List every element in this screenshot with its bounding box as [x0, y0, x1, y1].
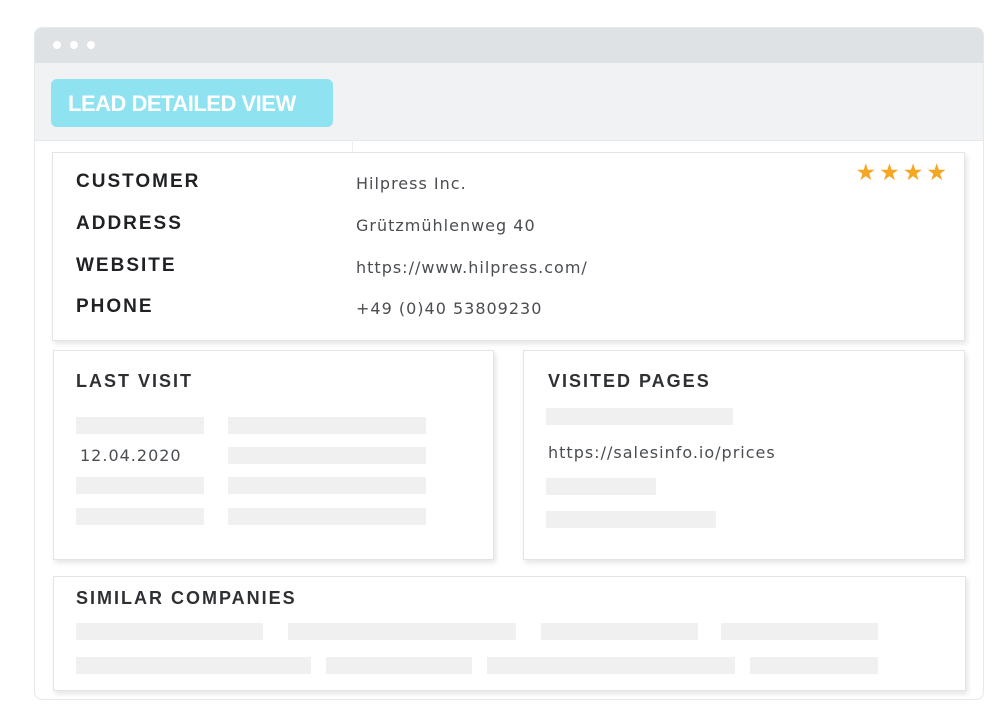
placeholder-bar [76, 417, 204, 434]
placeholder-bar [487, 657, 735, 674]
placeholder-bar [76, 657, 311, 674]
last-visit-title: LAST VISIT [76, 371, 194, 391]
website-value[interactable]: https://www.hilpress.com/ [356, 258, 588, 277]
address-label: ADDRESS [76, 213, 183, 234]
last-visit-date: 12.04.2020 [80, 446, 182, 465]
toolbar: LEAD DETAILED VIEW [35, 63, 983, 141]
visited-pages-card: VISITED PAGES https://salesinfo.io/price… [523, 350, 965, 560]
window-dot-icon [53, 41, 61, 49]
placeholder-bar [546, 511, 716, 528]
phone-label: PHONE [76, 296, 154, 317]
placeholder-bar [721, 623, 878, 640]
placeholder-bar [750, 657, 878, 674]
placeholder-bar [76, 508, 204, 525]
placeholder-bar [76, 623, 263, 640]
placeholder-bar [228, 447, 426, 464]
website-label: WEBSITE [76, 255, 177, 276]
similar-companies-title: SIMILAR COMPANIES [76, 588, 297, 608]
placeholder-bar [546, 408, 733, 425]
address-value: Grützmühlenweg 40 [356, 216, 536, 235]
placeholder-bar [546, 478, 656, 495]
placeholder-bar [541, 623, 698, 640]
visited-page-url[interactable]: https://salesinfo.io/prices [548, 443, 776, 462]
customer-value: Hilpress Inc. [356, 174, 467, 193]
lead-detailed-view-button[interactable]: LEAD DETAILED VIEW [51, 79, 333, 127]
divider [352, 140, 353, 152]
similar-companies-card: SIMILAR COMPANIES [53, 576, 966, 691]
window-titlebar [35, 28, 983, 63]
customer-label: CUSTOMER [76, 171, 201, 192]
placeholder-bar [76, 477, 204, 494]
visited-pages-title: VISITED PAGES [548, 371, 711, 391]
placeholder-bar [228, 477, 426, 494]
placeholder-bar [326, 657, 472, 674]
placeholder-bar [288, 623, 516, 640]
window-dot-icon [70, 41, 78, 49]
phone-value: +49 (0)40 53809230 [356, 299, 543, 318]
placeholder-bar [228, 417, 426, 434]
rating-stars-icon: ★★★★ [855, 159, 950, 185]
window-dot-icon [87, 41, 95, 49]
customer-card: ★★★★ CUSTOMER Hilpress Inc. ADDRESS Grüt… [52, 152, 965, 341]
placeholder-bar [228, 508, 426, 525]
last-visit-card: LAST VISIT 12.04.2020 [53, 350, 494, 560]
